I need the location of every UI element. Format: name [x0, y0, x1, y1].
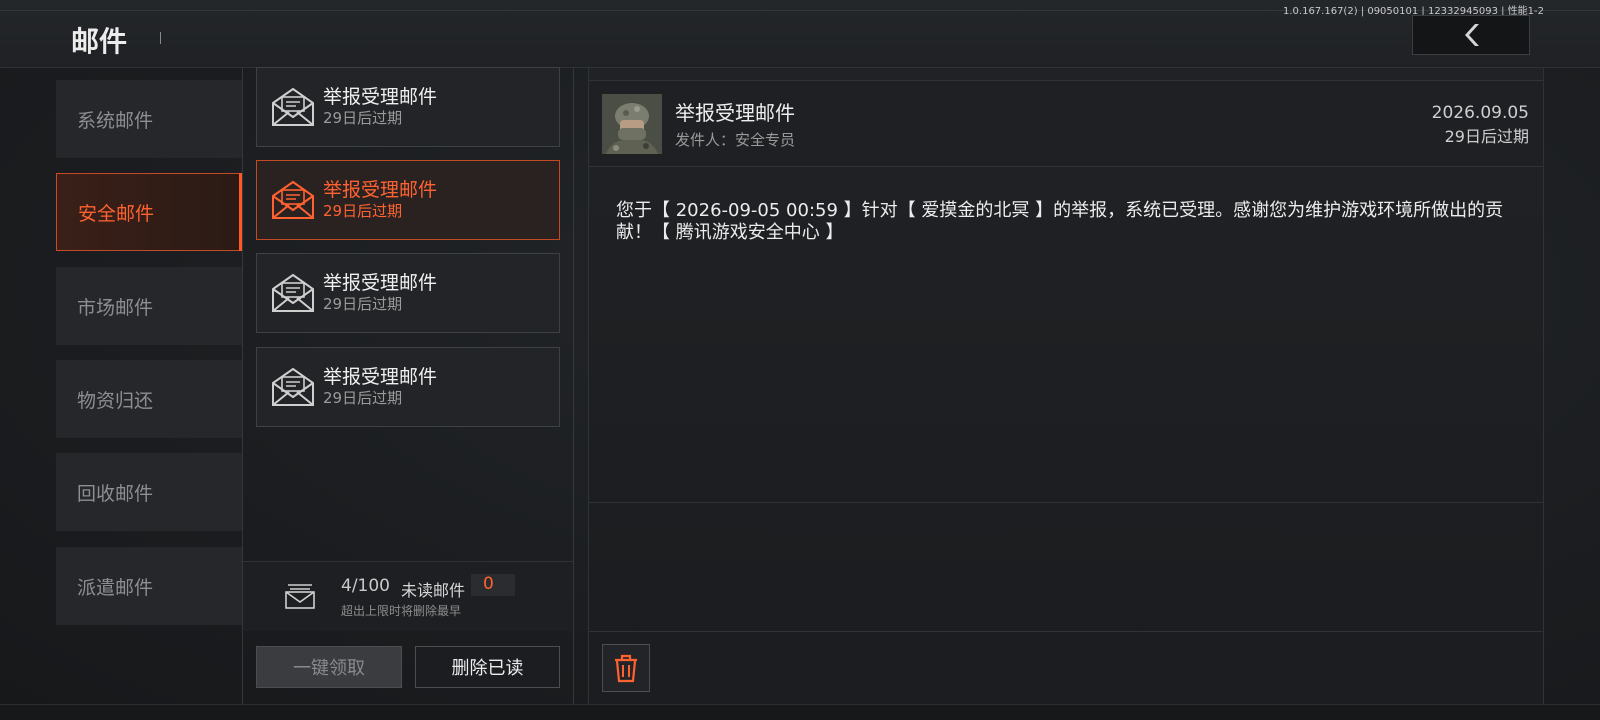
- mail-expiry: 29日后过期: [323, 109, 403, 127]
- unread-count: 0: [471, 574, 515, 596]
- divider: [573, 68, 574, 704]
- claim-all-button[interactable]: 一键领取: [256, 646, 402, 688]
- mail-title: 举报受理邮件: [323, 179, 438, 201]
- mail-expiry: 29日后过期: [323, 295, 403, 313]
- category-system-mail[interactable]: 系统邮件: [56, 80, 242, 158]
- trash-icon: [615, 654, 637, 683]
- category-label: 回收邮件: [77, 482, 154, 505]
- mail-list-item[interactable]: 举报受理邮件 29日后过期: [256, 67, 560, 147]
- category-recycle-mail[interactable]: 回收邮件: [56, 453, 242, 531]
- mail-detail-title: 举报受理邮件: [675, 101, 795, 125]
- mail-detail-header: 举报受理邮件 发件人：安全专员 2026.09.05 29日后过期: [589, 80, 1543, 167]
- mail-title: 举报受理邮件: [323, 86, 438, 108]
- mail-list-item[interactable]: 举报受理邮件 29日后过期: [256, 347, 560, 427]
- mail-title: 举报受理邮件: [323, 272, 438, 294]
- category-label: 物资归还: [77, 389, 154, 412]
- mail-body: 您于【 2026-09-05 00:59 】针对【 爱摸金的北冥 】的举报，系统…: [616, 200, 1504, 243]
- open-envelope-icon: [272, 273, 314, 312]
- open-envelope-icon: [272, 367, 314, 406]
- mail-date: 2026.09.05: [1431, 103, 1529, 123]
- bottom-strip: [0, 704, 1600, 720]
- delete-read-button[interactable]: 删除已读: [415, 646, 560, 688]
- back-button[interactable]: [1412, 15, 1530, 55]
- mail-sender: 发件人：安全专员: [675, 131, 796, 149]
- mail-expiry: 29日后过期: [323, 389, 403, 407]
- mail-title: 举报受理邮件: [323, 366, 438, 388]
- capacity-hint: 超出上限时将删除最早: [341, 604, 462, 618]
- category-market-mail[interactable]: 市场邮件: [56, 267, 242, 345]
- mailbox-status: 4/100 未读邮件 0 超出上限时将删除最早: [243, 561, 573, 631]
- open-envelope-icon: [272, 180, 314, 219]
- unread-label: 未读邮件: [401, 581, 466, 600]
- open-envelope-icon: [272, 87, 314, 126]
- category-label: 市场邮件: [77, 296, 154, 319]
- mail-expiry: 29日后过期: [323, 202, 403, 220]
- mail-detail-panel: 举报受理邮件 发件人：安全专员 2026.09.05 29日后过期 您于【 20…: [588, 68, 1544, 704]
- chevron-left-icon: [1465, 24, 1479, 46]
- stacked-envelopes-icon: [285, 584, 315, 609]
- mail-list-item[interactable]: 举报受理邮件 29日后过期: [256, 253, 560, 333]
- category-security-mail[interactable]: 安全邮件: [56, 173, 242, 251]
- sender-avatar: [602, 94, 662, 154]
- mail-list-item-selected[interactable]: 举报受理邮件 29日后过期: [256, 160, 560, 240]
- category-label: 系统邮件: [77, 109, 154, 132]
- category-label: 派遣邮件: [77, 576, 154, 599]
- title-separator: [160, 32, 161, 44]
- attachment-separator: [589, 502, 1543, 503]
- mail-detail-expiry: 29日后过期: [1444, 127, 1529, 146]
- soldier-avatar-icon: [602, 94, 662, 154]
- category-dispatch-mail[interactable]: 派遣邮件: [56, 547, 242, 625]
- delete-mail-button[interactable]: [602, 644, 650, 692]
- category-item-return[interactable]: 物资归还: [56, 360, 242, 438]
- top-bar: 邮件 1.0.167.167(2) | 09050101 | 123329450…: [0, 0, 1600, 68]
- mail-count: 4/100: [341, 576, 390, 596]
- page-title: 邮件: [71, 25, 128, 58]
- mail-detail-footer: [589, 631, 1543, 704]
- category-label: 安全邮件: [78, 202, 155, 225]
